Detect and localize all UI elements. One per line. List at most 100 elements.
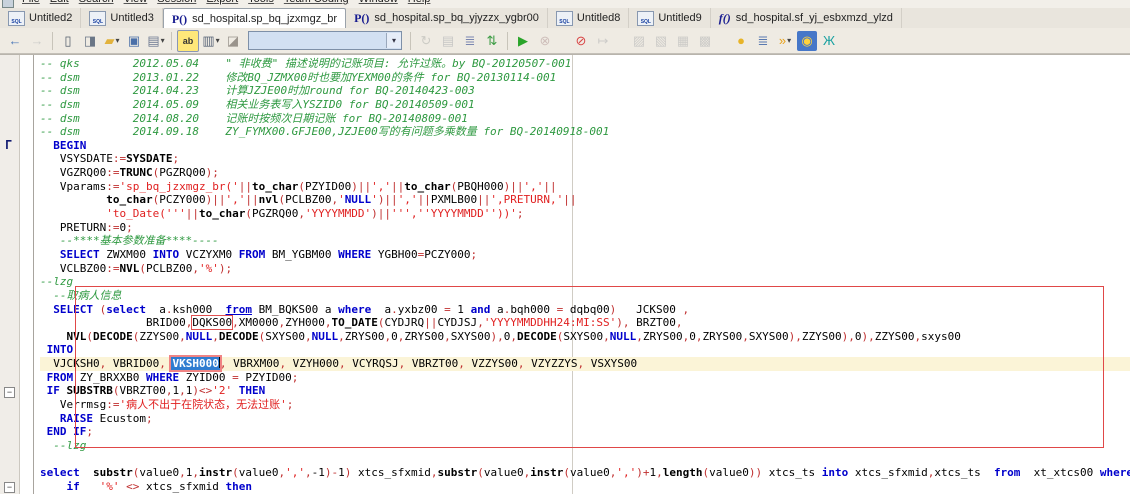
menu-item-file[interactable]: File: [17, 0, 45, 7]
code-token: BRZT00: [636, 316, 676, 330]
doc-export-icon: ▧: [654, 32, 668, 48]
tab-untitled8[interactable]: SQL Untitled8: [548, 8, 630, 28]
code-line[interactable]: NVL(DECODE(ZZYS00,NULL,DECODE(SXYS00,NUL…: [40, 330, 1130, 344]
code-editor[interactable]: -- qks 2012.05.04 " 非收费" 描述说明的记账项目: 允许过账…: [0, 54, 1130, 494]
tip-button[interactable]: ◉: [797, 30, 817, 51]
code-line[interactable]: Verrmsg:='病人不出于在院状态，无法过账';: [40, 398, 1130, 412]
code-line[interactable]: RAISE Ecustom;: [40, 412, 1130, 426]
code-line[interactable]: -- dsm 2014.09.18 ZY_FYMX00.GFJE00,JZJE0…: [40, 125, 1130, 139]
code-token: )): [748, 466, 769, 480]
cancel-button[interactable]: ⊘: [571, 31, 591, 51]
code-token: ZRYS00: [642, 329, 683, 343]
tab-untitled9[interactable]: SQL Untitled9: [629, 8, 711, 28]
outline-button[interactable]: ≣: [753, 31, 773, 51]
code-line[interactable]: FROM ZY_BRXXB0 WHERE ZYID00 = PZYID00;: [40, 371, 1130, 385]
menu-item-window[interactable]: Window: [354, 0, 403, 7]
code-line[interactable]: -- dsm 2014.08.20 记账时按频次日期记账 for BQ-2014…: [40, 112, 1130, 126]
execute-button[interactable]: ▶: [513, 31, 533, 51]
code-token: xtcs_ts: [934, 466, 994, 480]
code-line[interactable]: [40, 453, 1130, 467]
menu-item-team-coding[interactable]: Team Coding: [279, 0, 354, 7]
open-file-button[interactable]: ▰ ▾: [102, 31, 122, 51]
code-line[interactable]: VJCKSH0, VBRID00, VKSH000, VBRXM00, VZYH…: [40, 355, 1130, 373]
code-line[interactable]: if '%' <> xtcs_sfxmid then: [40, 480, 1130, 494]
menu-item-tools[interactable]: Tools: [243, 0, 279, 7]
code-line[interactable]: PRETURN:=0;: [40, 221, 1130, 235]
compile-button[interactable]: ⇅: [482, 31, 502, 51]
code-token: END IF: [46, 425, 87, 439]
tab-sd-hospital-sf-yj-esbxmzd-ylzd[interactable]: f() sd_hospital.sf_yj_esbxmzd_ylzd: [711, 8, 902, 28]
schema-browser-button[interactable]: ≣: [460, 31, 480, 51]
fold-collapse-icon[interactable]: −: [4, 482, 15, 494]
code-token: ,: [338, 329, 345, 343]
tab-untitled2[interactable]: SQL Untitled2: [0, 8, 82, 28]
chevron-down-icon[interactable]: ▾: [115, 31, 119, 51]
code-token: ': [338, 193, 345, 207]
chevron-down-icon[interactable]: ▾: [161, 31, 165, 51]
code-line[interactable]: VGZRQ00:=TRUNC(PGZRQ00);: [40, 166, 1130, 180]
code-line[interactable]: END IF;: [40, 425, 1130, 439]
block-start-marker[interactable]: Γ: [5, 138, 17, 152]
tab-untitled3[interactable]: SQL Untitled3: [81, 8, 163, 28]
code-token: :=: [106, 261, 120, 275]
describe-button[interactable]: ab: [177, 29, 199, 52]
code-line[interactable]: -- qks 2012.05.04 " 非收费" 描述说明的记账项目: 允许过账…: [40, 57, 1130, 71]
new-wizard-button[interactable]: ◨: [80, 31, 100, 51]
jump-button[interactable]: » ▾: [775, 31, 795, 51]
chevron-down-icon[interactable]: ▾: [386, 33, 401, 48]
menu-item-view[interactable]: View: [119, 0, 153, 7]
code-line[interactable]: VCLBZ00:=NVL(PCLBZ00,'%');: [40, 262, 1130, 276]
code-line[interactable]: select substr(value0,1,instr(value0,',',…: [40, 466, 1130, 480]
chevron-down-icon[interactable]: ▾: [216, 31, 220, 51]
save-db-button[interactable]: ▤ ▾: [146, 31, 166, 51]
columns-button[interactable]: ▥ ▾: [201, 31, 221, 51]
code-line[interactable]: --lzg: [40, 275, 1130, 289]
code-line[interactable]: -- dsm 2014.04.23 计算JZJE00时加round for BQ…: [40, 84, 1130, 98]
tab-sd-hospital-sp-bq-yjyzzx-ygbr00[interactable]: P() sd_hospital.sp_bq_yjyzzx_ygbr00: [346, 8, 548, 28]
code-line[interactable]: --****基本参数准备****----: [40, 234, 1130, 248]
code-token: SXYS00: [265, 329, 305, 343]
code-line[interactable]: --取病人信息: [40, 289, 1130, 303]
profiler-button[interactable]: ●: [731, 31, 751, 51]
code-token: VZYZZYS: [524, 357, 578, 371]
code-token: )||: [371, 207, 392, 221]
menu-item-help[interactable]: Help: [403, 0, 436, 7]
fold-collapse-icon[interactable]: −: [4, 386, 15, 398]
code-line[interactable]: --lzg: [40, 439, 1130, 453]
code-token: PCZY000: [424, 247, 471, 261]
save-button[interactable]: ▣: [124, 31, 144, 51]
code-line[interactable]: VSYSDATE:=SYSDATE;: [40, 152, 1130, 166]
save-disk-icon: ▣: [127, 32, 141, 48]
code-line[interactable]: SELECT (select a.ksh000 from BM_BQKS00 a…: [40, 303, 1130, 317]
code-line[interactable]: -- dsm 2014.05.09 相关业务表写入YSZID0 for BQ-2…: [40, 98, 1130, 112]
new-file-button[interactable]: ▯: [58, 31, 78, 51]
back-button[interactable]: ←: [5, 31, 25, 51]
play-icon: ▶: [518, 32, 528, 48]
code-token: ZRYS00: [702, 329, 743, 343]
menu-item-export[interactable]: Export: [201, 0, 243, 7]
code-line[interactable]: SELECT ZWXM00 INTO VCZYXM0 FROM BM_YGBM0…: [40, 248, 1130, 262]
menu-item-search[interactable]: Search: [74, 0, 119, 7]
code-line[interactable]: BRID00,DQKS00,XM0000,ZYH000,TO_DATE(CYDJ…: [40, 315, 1130, 331]
code-text-area[interactable]: -- qks 2012.05.04 " 非收费" 描述说明的记账项目: 允许过账…: [34, 55, 1130, 494]
code-snippet-combo[interactable]: ▾: [248, 31, 402, 50]
code-line[interactable]: to_char(PCZY000)||','||nvl(PCLBZ00,'NULL…: [40, 193, 1130, 207]
code-token: xtcs_sfxmid: [358, 466, 431, 480]
code-line[interactable]: IF SUBSTRB(VBRZT00,1,1)<>'2' THEN: [40, 384, 1130, 398]
menu-item-session[interactable]: Session: [152, 0, 201, 7]
eraser-button[interactable]: ◪: [223, 31, 243, 51]
code-line[interactable]: BEGIN: [40, 139, 1130, 153]
menu-item-edit[interactable]: Edit: [45, 0, 74, 7]
chevron-down-icon[interactable]: ▾: [787, 31, 791, 51]
code-line[interactable]: 'to_Date('''||to_char(PGZRQ00,'YYYYMMDD'…: [40, 207, 1130, 221]
outline-list-icon: ≣: [757, 32, 769, 48]
code-token: nvl: [258, 193, 279, 207]
tab-sd-hospital-sp-bq-jzxmgz-br[interactable]: P() sd_hospital.sp_bq_jzxmgz_br: [162, 8, 347, 29]
code-token: ;: [516, 207, 524, 221]
code-line[interactable]: Vparams:='sp_bq_jzxmgz_br('||to_char(PZY…: [40, 180, 1130, 194]
code-line[interactable]: -- dsm 2013.01.22 修改BQ_JZMX00时也要加YEXM00的…: [40, 71, 1130, 85]
debug-button[interactable]: Ж: [819, 31, 839, 51]
code-token: substr: [437, 466, 478, 480]
sql-document-icon: SQL: [89, 10, 107, 26]
